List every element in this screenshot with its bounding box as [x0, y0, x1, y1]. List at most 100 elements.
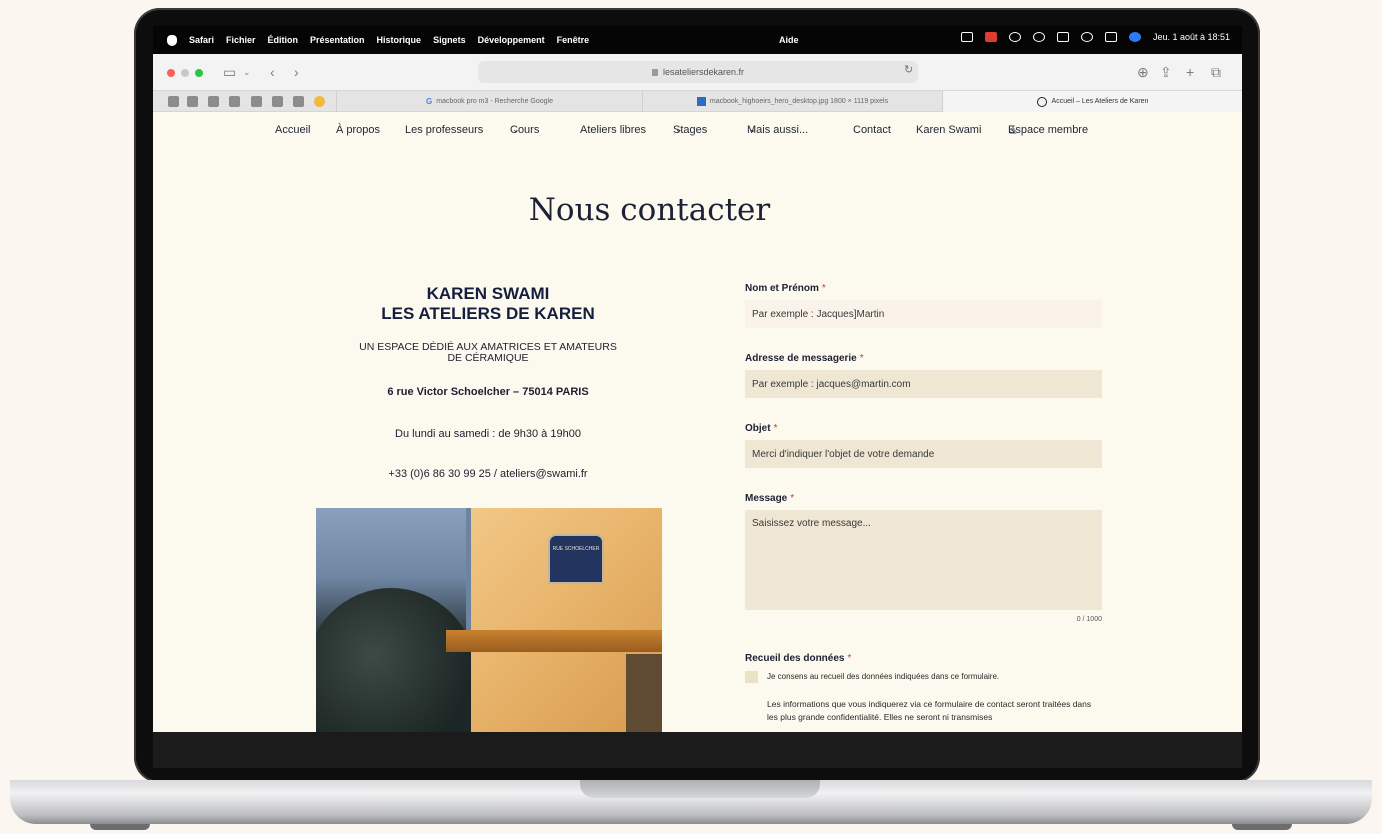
notification-icon[interactable] — [984, 32, 997, 42]
tab-active[interactable]: Accueil – Les Ateliers de Karen — [942, 91, 1242, 112]
menu-bar: Safari Fichier Édition Présentation Hist… — [153, 26, 1242, 54]
nav-a-propos[interactable]: À propos — [336, 124, 380, 136]
menu-developpement[interactable]: Développement — [478, 35, 545, 45]
pinned-tab-icon[interactable] — [208, 96, 219, 107]
consent-label[interactable]: Je consens au recueil des données indiqu… — [767, 672, 999, 681]
image-icon — [696, 97, 706, 106]
menu-presentation[interactable]: Présentation — [310, 35, 365, 45]
time-machine-icon[interactable] — [1008, 32, 1021, 42]
nav-contact[interactable]: Contact — [853, 124, 891, 136]
nav-karen-swami[interactable]: Karen Swami — [916, 124, 981, 136]
required-mark: * — [821, 283, 826, 294]
site-icon — [1036, 96, 1047, 107]
pinned-tab-icon[interactable] — [168, 96, 179, 107]
clock[interactable]: Jeu. 1 août à 18:51 — [1153, 32, 1230, 42]
apple-icon[interactable] — [167, 34, 177, 46]
menu-app[interactable]: Safari — [189, 35, 214, 45]
tab-label: Accueil – Les Ateliers de Karen — [1051, 98, 1149, 105]
address: 6 rue Victor Schoelcher – 75014 PARIS — [387, 386, 589, 398]
nav-label: Espace membre — [1008, 124, 1089, 136]
minimize-window-button[interactable] — [181, 69, 189, 77]
label-text: Adresse de messagerie — [745, 353, 857, 364]
pinned-tab-icon[interactable] — [293, 96, 304, 107]
character-counter: 0 / 1000 — [1076, 616, 1102, 623]
opening-hours: Du lundi au samedi : de 9h30 à 19h00 — [395, 428, 581, 440]
site-nav: Accueil À propos Les professeurs Cours ⌄… — [153, 124, 1242, 144]
chevron-down-icon[interactable]: ⌄ — [243, 64, 251, 80]
pinned-tab-icon[interactable] — [314, 96, 325, 107]
tab-label: macbook pro m3 - Recherche Google — [436, 98, 553, 105]
street-sign: RUE SCHOELCHER — [548, 534, 604, 584]
display-icon[interactable] — [960, 32, 973, 42]
tab-overview-icon[interactable]: ⧉ — [1211, 64, 1221, 80]
chevron-down-icon: ⌄ — [675, 124, 683, 134]
name-field[interactable]: Par exemple : Jacques]Martin — [745, 300, 1102, 328]
placeholder: Merci d'indiquer l'objet de votre demand… — [752, 448, 935, 460]
control-center-icon[interactable] — [1104, 32, 1117, 42]
spotlight-icon[interactable] — [1080, 32, 1093, 42]
street-sign-text: RUE SCHOELCHER — [552, 546, 600, 552]
pinned-tab-icon[interactable] — [272, 96, 283, 107]
placeholder: Par exemple : Jacques]Martin — [752, 308, 885, 320]
pinned-tab-icon[interactable] — [187, 96, 198, 107]
nav-ateliers-libres[interactable]: Ateliers libres — [580, 124, 646, 136]
required-mark: * — [773, 423, 778, 434]
address-bar[interactable]: lesateliersdekaren.fr — [478, 61, 918, 83]
tab-bar: G macbook pro m3 - Recherche Google macb… — [153, 90, 1242, 112]
phone-email[interactable]: +33 (0)6 86 30 99 25 / ateliers@swami.fr — [313, 468, 663, 480]
browser-toolbar: ▭ ⌄ ‹ › lesateliersdekaren.fr ↻ ⊕ ⇪ + ⧉ — [153, 54, 1242, 90]
back-icon[interactable]: ‹ — [270, 64, 275, 80]
consent-checkbox[interactable] — [745, 671, 758, 683]
menu-fichier[interactable]: Fichier — [226, 35, 256, 45]
menu-historique[interactable]: Historique — [377, 35, 422, 45]
contact-info: KAREN SWAMI LES ATELIERS DE KAREN UN ESP… — [313, 284, 663, 480]
menu-aide[interactable]: Aide — [779, 35, 799, 45]
label-text: Recueil des données — [745, 653, 845, 664]
laptop-bezel — [153, 732, 1242, 768]
sidebar-icon[interactable]: ▭ — [223, 64, 236, 80]
chevron-down-icon: ⌄ — [512, 124, 520, 134]
pinned-tab-icon[interactable] — [229, 96, 240, 107]
message-field[interactable]: Saisissez votre message... — [745, 510, 1102, 610]
menu-fenetre[interactable]: Fenêtre — [557, 35, 590, 45]
close-window-button[interactable] — [167, 69, 175, 77]
screen: Safari Fichier Édition Présentation Hist… — [153, 26, 1242, 732]
google-icon: G — [426, 97, 433, 106]
subject-field[interactable]: Merci d'indiquer l'objet de votre demand… — [745, 440, 1102, 468]
zoom-window-button[interactable] — [195, 69, 203, 77]
share-icon[interactable]: ⇪ — [1160, 64, 1172, 80]
battery-icon[interactable] — [1056, 32, 1069, 42]
required-mark: * — [859, 353, 864, 364]
siri-icon[interactable] — [1128, 32, 1141, 42]
pinned-tab-icon[interactable] — [251, 96, 262, 107]
status-icons: Jeu. 1 août à 18:51 — [960, 32, 1230, 42]
tab-google[interactable]: G macbook pro m3 - Recherche Google — [336, 91, 642, 112]
placeholder: Par exemple : jacques@martin.com — [752, 378, 911, 390]
tab-image[interactable]: macbook_highoeirs_hero_desktop.jpg 1800 … — [642, 91, 942, 112]
url-text: lesateliersdekaren.fr — [662, 67, 745, 77]
nav-professeurs[interactable]: Les professeurs — [405, 124, 483, 136]
subject-label: Objet * — [745, 423, 777, 434]
download-icon[interactable]: ⊕ — [1137, 64, 1149, 80]
photo-ledge — [446, 630, 662, 652]
label-text: Objet — [745, 423, 771, 434]
laptop-notch — [580, 780, 820, 798]
menu-edition[interactable]: Édition — [268, 35, 299, 45]
label-text: Nom et Prénom — [745, 283, 819, 294]
placeholder: Saisissez votre message... — [752, 518, 871, 529]
email-field[interactable]: Par exemple : jacques@martin.com — [745, 370, 1102, 398]
consent-title: Recueil des données * — [745, 653, 851, 664]
menu-signets[interactable]: Signets — [433, 35, 466, 45]
laptop-foot — [1232, 824, 1292, 830]
laptop-base — [0, 780, 1382, 834]
message-label: Message * — [745, 493, 794, 504]
label-text: Message — [745, 493, 788, 504]
street-photo: RUE SCHOELCHER — [316, 508, 662, 732]
name-label: Nom et Prénom * — [745, 283, 826, 294]
forward-icon[interactable]: › — [294, 64, 299, 80]
chevron-down-icon: ⌄ — [1010, 124, 1018, 134]
nav-accueil[interactable]: Accueil — [275, 124, 310, 136]
wifi-icon[interactable] — [1032, 32, 1045, 42]
reload-icon[interactable]: ↻ — [904, 63, 913, 76]
new-tab-icon[interactable]: + — [1186, 64, 1194, 80]
